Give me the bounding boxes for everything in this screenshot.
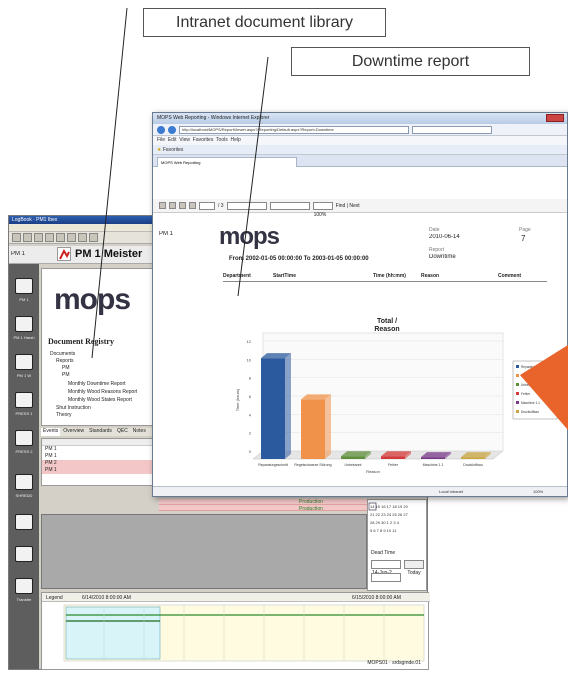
callout-pointers [91, 7, 269, 359]
orange-arrow-icon [520, 345, 568, 430]
